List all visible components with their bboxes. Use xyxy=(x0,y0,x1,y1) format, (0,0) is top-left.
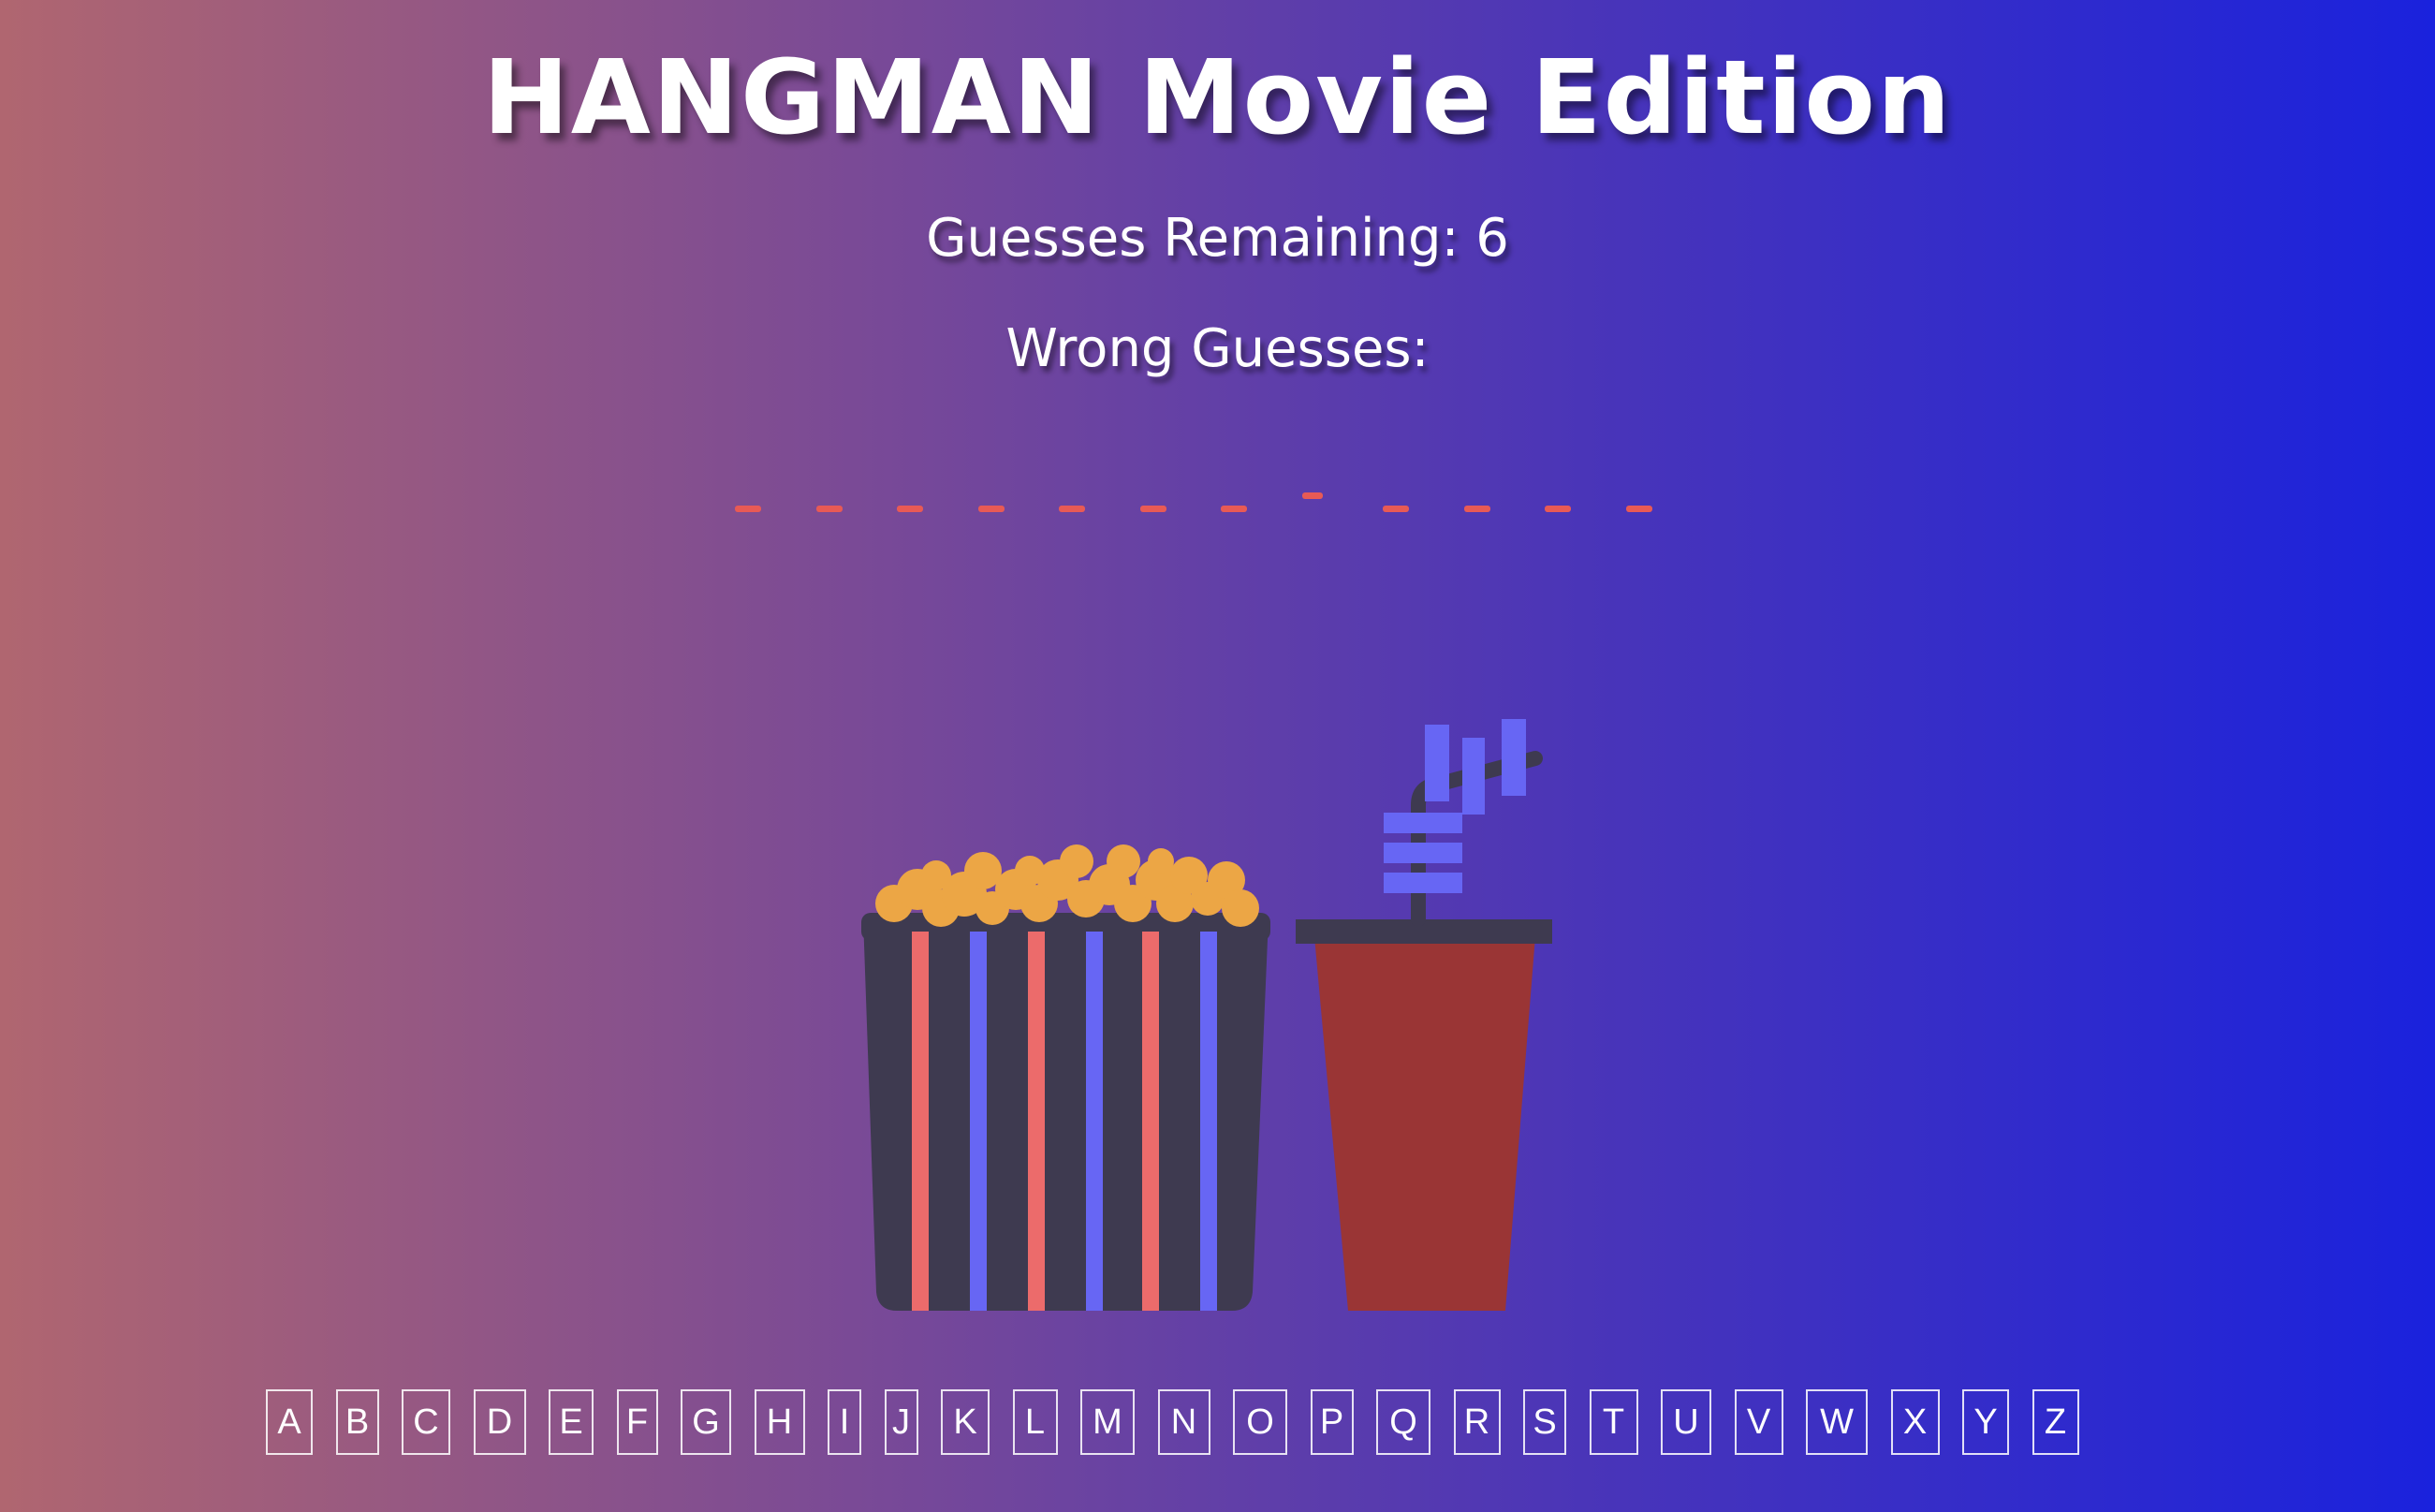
letter-blank xyxy=(1463,506,1490,512)
key-z[interactable]: Z xyxy=(2032,1389,2079,1455)
key-j[interactable]: J xyxy=(884,1389,918,1455)
key-e[interactable]: E xyxy=(549,1389,594,1455)
key-f[interactable]: F xyxy=(616,1389,658,1455)
letter-blank xyxy=(1221,506,1247,512)
letter-blank xyxy=(735,506,761,512)
key-m[interactable]: M xyxy=(1080,1389,1135,1455)
popcorn-and-soda-illustration xyxy=(861,719,1552,1311)
key-o[interactable]: O xyxy=(1233,1389,1287,1455)
soda-cup xyxy=(1296,719,1552,1311)
letter-blank xyxy=(1139,506,1166,512)
key-d[interactable]: D xyxy=(473,1389,526,1455)
letter-blank xyxy=(1059,506,1085,512)
key-r[interactable]: R xyxy=(1453,1389,1501,1455)
key-s[interactable]: S xyxy=(1523,1389,1566,1455)
key-i[interactable]: I xyxy=(828,1389,861,1455)
key-l[interactable]: L xyxy=(1012,1389,1058,1455)
key-n[interactable]: N xyxy=(1157,1389,1210,1455)
key-w[interactable]: W xyxy=(1806,1389,1868,1455)
letter-blank xyxy=(1625,506,1652,512)
wrong-guesses: Wrong Guesses: xyxy=(1005,318,1430,379)
key-g[interactable]: G xyxy=(681,1389,731,1455)
letter-blank xyxy=(1301,492,1323,499)
letter-keyboard: ABCDEFGHIJKLMNOPQRSTUVWXYZ xyxy=(0,1389,2435,1459)
key-p[interactable]: P xyxy=(1310,1389,1354,1455)
letter-blank xyxy=(815,506,843,512)
key-t[interactable]: T xyxy=(1589,1389,1638,1455)
letter-blank xyxy=(977,506,1005,512)
guesses-remaining: Guesses Remaining: 6 xyxy=(926,208,1509,269)
key-y[interactable]: Y xyxy=(1962,1389,2009,1455)
key-u[interactable]: U xyxy=(1661,1389,1711,1455)
key-h[interactable]: H xyxy=(754,1389,805,1455)
key-a[interactable]: A xyxy=(266,1389,313,1455)
letter-blank xyxy=(1383,506,1409,512)
key-c[interactable]: C xyxy=(402,1389,450,1455)
key-x[interactable]: X xyxy=(1890,1389,1940,1455)
letter-blank xyxy=(897,506,923,512)
popcorn-bucket xyxy=(861,913,1270,1311)
key-q[interactable]: Q xyxy=(1376,1389,1430,1455)
key-k[interactable]: K xyxy=(941,1389,990,1455)
key-v[interactable]: V xyxy=(1734,1389,1783,1455)
game-title: HANGMAN Movie Edition xyxy=(482,37,1953,157)
letter-blank xyxy=(1545,506,1571,512)
word-blanks xyxy=(735,468,1671,524)
key-b[interactable]: B xyxy=(335,1389,379,1455)
